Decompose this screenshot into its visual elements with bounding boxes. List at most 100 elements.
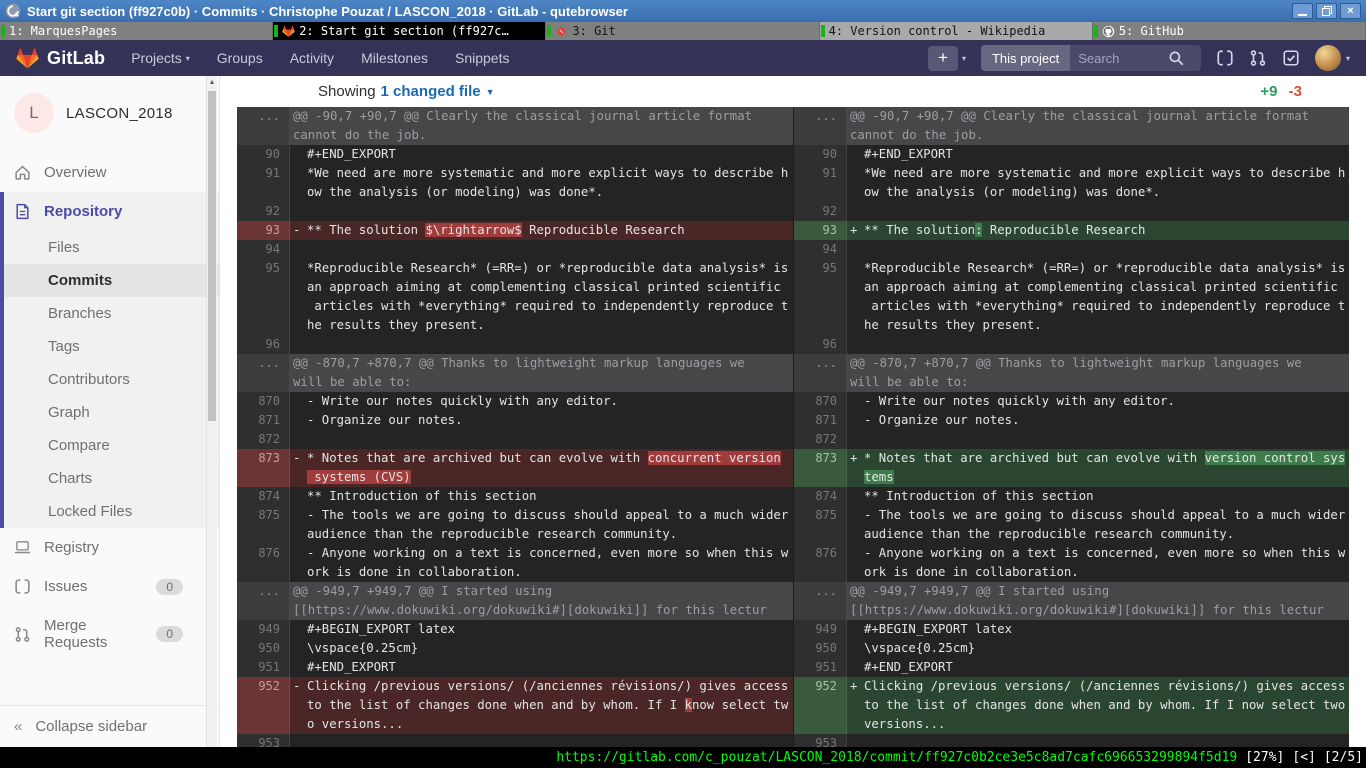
line-number[interactable]: 92 [237, 202, 290, 221]
line-number[interactable]: 953 [237, 734, 290, 747]
line-number[interactable]: 876 [794, 544, 847, 582]
line-number[interactable]: 873 [237, 449, 290, 487]
user-menu[interactable]: ▾ [1315, 45, 1350, 71]
line-number[interactable]: 92 [794, 202, 847, 221]
line-number[interactable]: 96 [794, 335, 847, 354]
line-number[interactable]: 950 [237, 639, 290, 658]
line-number[interactable]: 949 [237, 620, 290, 639]
line-number[interactable]: 91 [794, 164, 847, 202]
browser-tab[interactable]: 3: Git [546, 22, 819, 40]
line-number[interactable]: 949 [794, 620, 847, 639]
sidebar-item-overview[interactable]: Overview [0, 153, 219, 192]
maximize-button[interactable] [1316, 3, 1337, 19]
close-button[interactable]: × [1340, 3, 1361, 19]
code-line: systems (CVS) [293, 468, 793, 487]
line-number[interactable]: 875 [237, 506, 290, 544]
line-number[interactable]: ... [794, 582, 847, 620]
line-number[interactable]: 875 [794, 506, 847, 544]
line-number[interactable]: 90 [237, 145, 290, 164]
merge-requests-icon[interactable] [1249, 49, 1267, 67]
line-number[interactable]: 873 [794, 449, 847, 487]
diff-line-content: @@ -949,7 +949,7 @@ I started using[[htt… [290, 582, 793, 620]
scrollbar-up-arrow[interactable]: ▲ [207, 76, 217, 90]
line-number[interactable]: 876 [237, 544, 290, 582]
sidebar-item-repository[interactable]: Repository [4, 192, 219, 231]
sidebar-item-commits[interactable]: Commits [4, 264, 219, 297]
line-number[interactable]: 951 [794, 658, 847, 677]
sidebar-item-registry[interactable]: Registry [0, 528, 219, 567]
line-number[interactable]: 874 [794, 487, 847, 506]
nav-item-activity[interactable]: Activity [290, 50, 334, 66]
sidebar-item-label: Merge Requests [44, 617, 143, 651]
sidebar-item-merge-requests[interactable]: Merge Requests 0 [0, 606, 219, 662]
sidebar-item-tags[interactable]: Tags [4, 330, 219, 363]
line-number[interactable]: 872 [794, 430, 847, 449]
nav-item-projects[interactable]: Projects▾ [131, 50, 190, 66]
sidebar-item-files[interactable]: Files [4, 231, 219, 264]
line-number[interactable]: 870 [237, 392, 290, 411]
line-number[interactable]: 871 [237, 411, 290, 430]
scrollbar-thumb[interactable] [208, 91, 216, 421]
diff-row: 952+Clicking /previous versions/ (/ancie… [794, 677, 1349, 734]
line-number[interactable]: 952 [794, 677, 847, 734]
sidebar-item-branches[interactable]: Branches [4, 297, 219, 330]
browser-tab[interactable]: 4: Version control - Wikipedia [820, 22, 1093, 40]
line-number[interactable]: ... [794, 107, 847, 145]
diff-line-content: \vspace{0.25cm} [847, 639, 1349, 658]
code-line: +* Notes that are archived but can evolv… [850, 449, 1349, 468]
line-number[interactable]: 874 [237, 487, 290, 506]
diff-row: 873+* Notes that are archived but can ev… [794, 449, 1349, 487]
line-number[interactable]: 951 [237, 658, 290, 677]
issues-icon[interactable] [1216, 49, 1234, 67]
line-number[interactable]: 96 [237, 335, 290, 354]
line-number[interactable]: 952 [237, 677, 290, 734]
line-number[interactable]: 94 [237, 240, 290, 259]
search-input[interactable] [1078, 51, 1163, 66]
todos-icon[interactable] [1282, 49, 1300, 67]
code-line: articles with *everything* required to i… [293, 297, 793, 316]
line-number[interactable]: ... [794, 354, 847, 392]
sidebar-item-charts[interactable]: Charts [4, 462, 219, 495]
nav-item-milestones[interactable]: Milestones [361, 50, 428, 66]
diff-line-content [290, 335, 793, 354]
sidebar-item-issues[interactable]: Issues 0 [0, 567, 219, 606]
nav-item-snippets[interactable]: Snippets [455, 50, 509, 66]
line-number[interactable]: 953 [794, 734, 847, 747]
code-line: +** The solution: Reproducible Research [850, 221, 1349, 240]
line-number[interactable]: ... [237, 107, 290, 145]
line-number[interactable]: 95 [237, 259, 290, 335]
code-line: - Anyone working on a text is concerned,… [293, 544, 793, 563]
sidebar-item-compare[interactable]: Compare [4, 429, 219, 462]
new-menu-button[interactable]: + ▾ [928, 46, 966, 71]
line-number[interactable]: ... [237, 582, 290, 620]
code-line: #+END_EXPORT [850, 145, 1349, 164]
sidebar-item-contributors[interactable]: Contributors [4, 363, 219, 396]
diff-sign: + [850, 221, 864, 240]
changed-token: systems (CVS) [307, 470, 411, 484]
line-number[interactable]: 93 [794, 221, 847, 240]
project-header[interactable]: L LASCON_2018 [0, 76, 219, 153]
sidebar-item-graph[interactable]: Graph [4, 396, 219, 429]
line-number[interactable]: 90 [794, 145, 847, 164]
line-number[interactable]: 871 [794, 411, 847, 430]
nav-item-groups[interactable]: Groups [217, 50, 263, 66]
line-number[interactable]: 95 [794, 259, 847, 335]
browser-tab[interactable]: 5: GitHub [1093, 22, 1366, 40]
sidebar-item-locked-files[interactable]: Locked Files [4, 495, 219, 528]
minimize-button[interactable] [1292, 3, 1313, 19]
line-number[interactable]: ... [237, 354, 290, 392]
diff-row: 92 [237, 202, 793, 221]
collapse-sidebar-button[interactable]: « Collapse sidebar [0, 705, 219, 747]
gitlab-logo[interactable]: GitLab [16, 47, 105, 70]
line-number[interactable]: 950 [794, 639, 847, 658]
line-number[interactable]: 91 [237, 164, 290, 202]
changed-files-link[interactable]: 1 changed file [381, 83, 481, 100]
browser-tab[interactable]: 2: Start git section (ff927c… [273, 22, 546, 40]
search-scope-badge[interactable]: This project [981, 45, 1070, 71]
line-number[interactable]: 870 [794, 392, 847, 411]
line-number[interactable]: 872 [237, 430, 290, 449]
line-number[interactable]: 94 [794, 240, 847, 259]
browser-tab[interactable]: 1: MarquesPages [0, 22, 273, 40]
sidebar-scrollbar[interactable]: ▲ [206, 76, 217, 747]
line-number[interactable]: 93 [237, 221, 290, 240]
